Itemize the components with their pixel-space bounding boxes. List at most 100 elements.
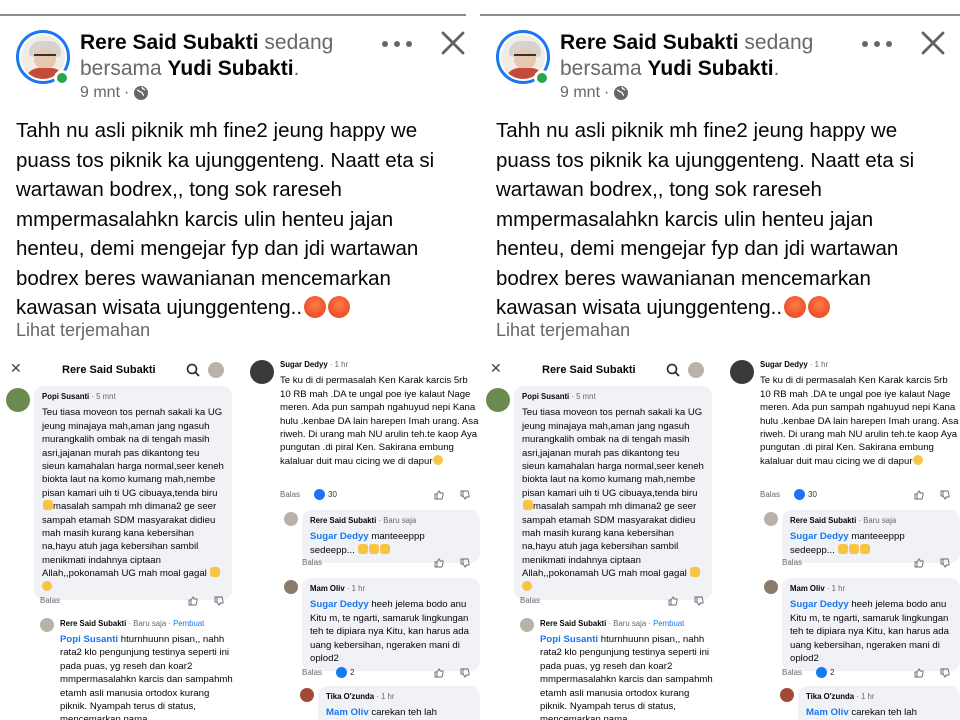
reaction-count[interactable]: 2 — [336, 666, 354, 679]
commenter-name[interactable]: Rere Said Subakti — [60, 619, 126, 628]
commenter-name[interactable]: Tika O'zunda — [326, 692, 374, 701]
mention-link[interactable]: Sugar Dedyy — [310, 531, 369, 542]
comment-time: · 1 hr — [329, 360, 349, 369]
mention-link[interactable]: Mam Oliv — [326, 707, 369, 718]
close-icon[interactable] — [920, 30, 946, 56]
commenter-name[interactable]: Popi Susanti — [522, 392, 569, 401]
like-icon[interactable] — [434, 490, 444, 500]
mention-link[interactable]: Sugar Dedyy — [790, 599, 849, 610]
translate-link[interactable]: Lihat terjemahan — [496, 320, 630, 341]
like-icon[interactable] — [914, 558, 924, 568]
tagged-name[interactable]: Yudi Subakti — [168, 57, 294, 80]
globe-icon — [614, 86, 629, 100]
commenter-name[interactable]: Mam Oliv — [790, 584, 825, 593]
dislike-icon[interactable] — [460, 490, 470, 500]
dislike-icon[interactable] — [460, 558, 470, 568]
avatar[interactable] — [208, 362, 224, 378]
dislike-icon[interactable] — [940, 558, 950, 568]
commenter-avatar[interactable] — [730, 360, 754, 384]
online-status-dot — [54, 70, 70, 86]
post-time[interactable]: 9 mnt — [560, 84, 600, 102]
mention-link[interactable]: Sugar Dedyy — [310, 599, 369, 610]
like-icon[interactable] — [434, 668, 444, 678]
author-avatar[interactable] — [496, 30, 554, 88]
mention-link[interactable]: Mam Oliv — [806, 707, 849, 718]
post-text: Tahh nu asli piknik mh fine2 jeung happy… — [496, 119, 915, 319]
close-icon[interactable]: ✕ — [10, 361, 22, 375]
avatar[interactable] — [688, 362, 704, 378]
like-icon[interactable] — [434, 558, 444, 568]
commenter-avatar[interactable] — [520, 618, 534, 632]
author-name[interactable]: Rere Said Subakti — [560, 31, 739, 54]
reply-button[interactable]: Balas — [760, 488, 780, 501]
like-reaction-icon — [794, 489, 806, 501]
commenter-avatar[interactable] — [764, 512, 778, 526]
reaction-count[interactable]: 2 — [816, 666, 834, 679]
commenter-name[interactable]: Rere Said Subakti — [310, 516, 376, 525]
commenter-name[interactable]: Sugar Dedyy — [280, 360, 328, 369]
tagged-name[interactable]: Yudi Subakti — [648, 57, 774, 80]
smile-emoji-icon — [432, 454, 443, 465]
dislike-icon[interactable] — [214, 596, 224, 606]
like-icon[interactable] — [188, 596, 198, 606]
commenter-avatar[interactable] — [300, 688, 314, 702]
commenter-avatar[interactable] — [780, 688, 794, 702]
commenter-name[interactable]: Rere Said Subakti — [540, 619, 606, 628]
comment-time: · 5 mnt — [571, 392, 596, 401]
comment-bubble: Mam Oliv · 1 hr Sugar Dedyy heeh jelema … — [782, 578, 960, 672]
commenter-avatar[interactable] — [40, 618, 54, 632]
commenter-avatar[interactable] — [284, 580, 298, 594]
reply-button[interactable]: Balas — [782, 666, 802, 679]
tagged-suffix: . — [773, 57, 780, 80]
reaction-count-value: 2 — [350, 668, 355, 677]
author-name[interactable]: Rere Said Subakti — [80, 31, 259, 54]
reaction-count[interactable]: 30 — [794, 488, 817, 501]
commenter-avatar[interactable] — [764, 580, 778, 594]
like-icon[interactable] — [668, 596, 678, 606]
dislike-icon[interactable] — [694, 596, 704, 606]
search-icon[interactable] — [186, 363, 200, 377]
reply-button[interactable]: Balas — [40, 594, 60, 607]
dislike-icon[interactable] — [940, 668, 950, 678]
embedded-comments-a: ✕ Rere Said Subakti Popi Susanti · 5 mnt… — [0, 356, 234, 720]
post-body: Tahh nu asli piknik mh fine2 jeung happy… — [496, 116, 946, 323]
post-time[interactable]: 9 mnt — [80, 84, 120, 102]
reaction-count[interactable]: 30 — [314, 488, 337, 501]
like-icon[interactable] — [914, 490, 924, 500]
reply-button[interactable]: Balas — [280, 488, 300, 501]
close-icon[interactable] — [440, 30, 466, 56]
like-icon[interactable] — [914, 668, 924, 678]
reply-button[interactable]: Balas — [302, 666, 322, 679]
comment-bubble: Popi Susanti · 5 mnt Teu tiasa moveon to… — [34, 386, 232, 601]
dislike-icon[interactable] — [460, 668, 470, 678]
mention-link[interactable]: Popi Susanti — [60, 634, 118, 645]
like-reaction-icon — [314, 489, 326, 501]
commenter-avatar[interactable] — [250, 360, 274, 384]
reply-button[interactable]: Balas — [520, 594, 540, 607]
translate-link[interactable]: Lihat terjemahan — [16, 320, 150, 341]
commenter-avatar[interactable] — [6, 388, 30, 412]
author-avatar[interactable] — [16, 30, 74, 88]
commenter-name[interactable]: Mam Oliv — [310, 584, 345, 593]
commenter-name[interactable]: Popi Susanti — [42, 392, 89, 401]
comment-actions: Balas — [302, 556, 476, 569]
reply-button[interactable]: Balas — [302, 556, 322, 569]
comment-time: · 5 mnt — [91, 392, 116, 401]
more-options-button[interactable] — [382, 32, 412, 56]
more-options-button[interactable] — [862, 32, 892, 56]
embedded-comments-a: ✕ Rere Said Subakti Popi Susanti · 5 mnt… — [480, 356, 714, 720]
search-icon[interactable] — [666, 363, 680, 377]
comment-bubble: Mam Oliv · 1 hr Sugar Dedyy heeh jelema … — [302, 578, 480, 672]
mention-link[interactable]: Popi Susanti — [540, 634, 598, 645]
commenter-name[interactable]: Tika O'zunda — [806, 692, 854, 701]
commenter-name[interactable]: Rere Said Subakti — [790, 516, 856, 525]
mention-link[interactable]: Sugar Dedyy — [790, 531, 849, 542]
close-icon[interactable]: ✕ — [490, 361, 502, 375]
commenter-name[interactable]: Sugar Dedyy — [760, 360, 808, 369]
comment-time: · Baru saja · — [128, 619, 171, 628]
comment-time: · Baru saja — [378, 516, 417, 525]
reply-button[interactable]: Balas — [782, 556, 802, 569]
commenter-avatar[interactable] — [486, 388, 510, 412]
dislike-icon[interactable] — [940, 490, 950, 500]
commenter-avatar[interactable] — [284, 512, 298, 526]
